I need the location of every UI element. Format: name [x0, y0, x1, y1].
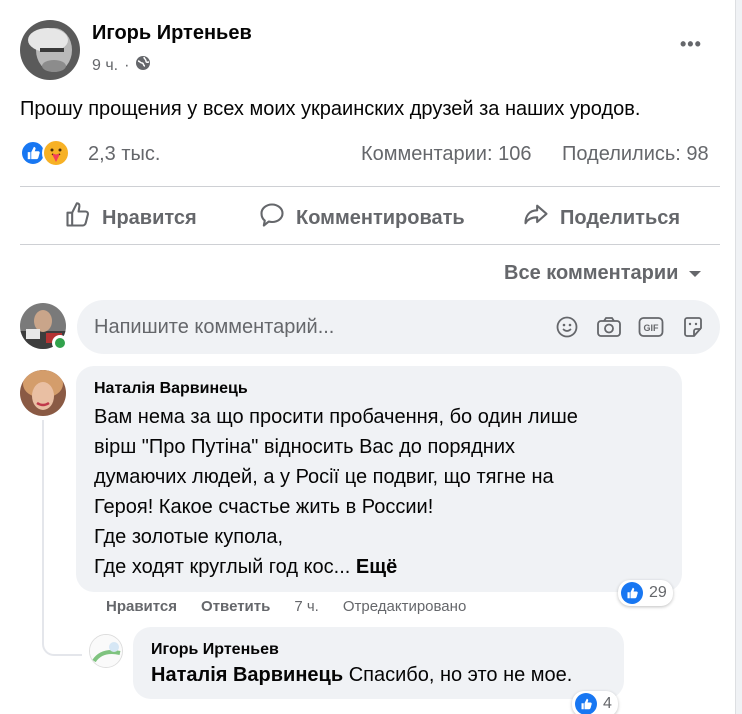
reply-author-avatar[interactable]: [89, 634, 123, 668]
shares-count[interactable]: Поделились: 98: [562, 143, 709, 166]
comment-input-placeholder: Напишите комментарий...: [94, 316, 335, 338]
divider-bottom: [20, 244, 720, 245]
comment-author[interactable]: Наталія Варвинець: [94, 380, 248, 398]
reply-thread-line: [42, 420, 82, 656]
comment-filter-dropdown[interactable]: Все комментарии: [504, 262, 702, 285]
reply-bubble: Игорь Иртеньев Наталія Варвинець Спасибо…: [133, 627, 624, 699]
share-button-label: Поделиться: [560, 206, 681, 229]
comments-count[interactable]: Комментарии: 106: [361, 143, 531, 166]
dot-separator: ·: [124, 56, 130, 74]
post-card: Игорь Иртеньев 9 ч. · ••• Прошу прощения…: [0, 0, 736, 714]
comment-filter-label: Все комментарии: [504, 262, 679, 284]
commenter-avatar[interactable]: [20, 370, 66, 416]
reply-text: Наталія Варвинець Спасибо, но это не мое…: [151, 664, 572, 687]
comment-line: Где ходят круглый год кос...: [94, 556, 351, 578]
comment-edited-label: Отредактировано: [342, 598, 467, 615]
online-status-dot: [52, 335, 68, 351]
emoji-icon[interactable]: [555, 315, 579, 344]
comment-line: Вам нема за що просити пробачення, бо од…: [94, 406, 578, 428]
post-text: Прошу прощения у всех моих украинских др…: [20, 98, 641, 120]
comment-icon: [258, 201, 286, 235]
like-button-label: Нравится: [102, 206, 197, 229]
comment-time[interactable]: 7 ч.: [294, 598, 319, 615]
comment-line: Героя! Какое счастье жить в России!: [94, 496, 434, 518]
comment-reply-link[interactable]: Ответить: [201, 598, 270, 615]
comment-input[interactable]: Напишите комментарий... GIF: [77, 300, 720, 354]
comment-actions: Нравится Ответить 7 ч. Отредактировано: [106, 598, 466, 615]
like-reaction-icon: [621, 582, 643, 604]
reaction-icons[interactable]: [20, 139, 78, 167]
reply-mention[interactable]: Наталія Варвинець: [151, 664, 343, 686]
globe-icon: [135, 55, 151, 76]
divider-top: [20, 186, 720, 187]
comment-text: Вам нема за що просити пробачення, бо од…: [94, 402, 674, 582]
see-more-link[interactable]: Ещё: [356, 556, 397, 578]
comment-like-link[interactable]: Нравится: [106, 598, 177, 615]
gif-icon[interactable]: GIF: [638, 316, 664, 343]
post-time[interactable]: 9 ч.: [92, 57, 118, 75]
post-author[interactable]: Игорь Иртеньев: [92, 22, 252, 45]
comment-reactions-count: 29: [649, 584, 667, 601]
sticker-icon[interactable]: [681, 315, 705, 344]
share-icon: [522, 201, 550, 235]
comment-line: вірш "Про Путіна" відносить Вас до поряд…: [94, 436, 516, 458]
like-reaction-icon: [575, 693, 597, 714]
reply-author[interactable]: Игорь Иртеньев: [151, 641, 279, 659]
reply-message: Спасибо, но это не мое.: [343, 664, 573, 686]
comment-reactions[interactable]: 29: [618, 580, 673, 606]
comment-line: думаючих людей, а у Росії це подвиг, що …: [94, 466, 554, 488]
comment-button-label: Комментировать: [296, 206, 465, 229]
more-options-button[interactable]: •••: [680, 34, 702, 55]
comment-line: Где золотые купола,: [94, 526, 284, 548]
comment-bubble: Наталія Варвинець Вам нема за що просити…: [76, 366, 682, 592]
author-avatar[interactable]: [20, 20, 80, 80]
like-button[interactable]: Нравится: [64, 201, 197, 235]
svg-text:GIF: GIF: [644, 323, 660, 333]
comment-button[interactable]: Комментировать: [258, 201, 465, 235]
reactions-count[interactable]: 2,3 тыс.: [88, 143, 160, 166]
like-icon: [64, 201, 92, 235]
reply-reactions[interactable]: 4: [572, 691, 618, 714]
comment-last-line: Где ходят круглый год кос... Ещё: [94, 552, 674, 582]
reply-reactions-count: 4: [603, 695, 612, 712]
care-reaction-icon: [42, 139, 70, 167]
camera-icon[interactable]: [596, 315, 622, 344]
share-button[interactable]: Поделиться: [522, 201, 680, 235]
caret-down-icon: [688, 262, 702, 285]
post-meta: 9 ч. ·: [92, 55, 151, 76]
